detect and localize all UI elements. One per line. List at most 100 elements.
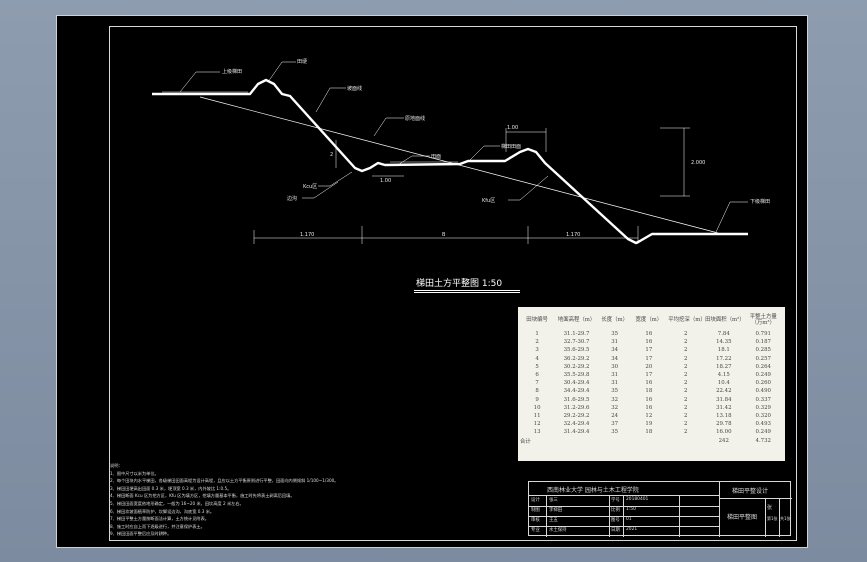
table-header-cell: 地面高程（m） [557, 317, 596, 323]
table-cell: 12 [645, 412, 653, 419]
table-cell: 0.285 [755, 347, 771, 354]
title-block-cell: 学号 [611, 498, 620, 503]
table-header-cell: 田块编号 [526, 317, 548, 323]
table-cell: 16 [645, 339, 653, 346]
table-cell: 2 [683, 339, 688, 346]
table-cell: 31 [611, 339, 619, 346]
table-cell: 30.2-29.2 [563, 363, 590, 370]
table-header-cell: 田块面积（m²） [705, 317, 745, 323]
note-line: 8、施工时应自上而下逐级进行，并注意保护表土。 [110, 523, 205, 529]
table-cell: 2 [683, 380, 688, 387]
table-row: 12 32.4-29.4 37 19 2 29.78 0.493 [520, 420, 783, 428]
table-cell: 0.257 [755, 355, 771, 362]
dim-text-mid: B [442, 232, 446, 238]
table-cell: 30 [611, 363, 619, 370]
table-cell: 6 [535, 372, 539, 379]
table-row: 13 31.4-29.4 35 18 2 16.00 0.249 [520, 428, 783, 436]
label-ridge: 田埂 [297, 58, 307, 65]
leader-slope [315, 87, 346, 113]
table-cell: 3 [535, 347, 539, 354]
label-slope-line: 坡面线 [347, 85, 362, 92]
table-cell: 7.84 [717, 331, 730, 338]
leader-ridge [267, 61, 296, 83]
leader-upper-field [179, 71, 220, 93]
note-line: 4、梯田断面 Kcu 区为挖方区，Kfu 区为填方区，挖填方量基本平衡，施工时先… [110, 493, 295, 499]
table-cell: 34 [611, 347, 619, 354]
table-row: 5 30.2-29.2 30 20 2 18.27 0.264 [520, 363, 783, 371]
title-block-cell: 01 [626, 517, 632, 522]
note-line: 5、梯田田面宽度依地形确定，一般为 16~20 米，田坎高度 2 米左右。 [110, 500, 244, 506]
table-cell: 0.249 [755, 429, 771, 436]
table-row: 9 31.6-29.5 32 16 2 31.84 0.337 [520, 396, 783, 404]
table-cell: 31 [611, 380, 619, 387]
table-cell: 7 [535, 380, 539, 387]
label-upper-field: 上级梯田 [222, 68, 242, 75]
table-cell: 16 [645, 404, 653, 411]
table-cell [667, 436, 704, 444]
title-block-cell: 制图 [531, 508, 540, 513]
table-cell: 0.490 [755, 388, 771, 395]
table-cell: 0.791 [755, 331, 771, 338]
title-block-cell: 1:50 [626, 507, 636, 512]
table-cell: 1 [535, 331, 539, 338]
table-cell: 18 [645, 429, 653, 436]
title-block-cell: 20180401 [626, 497, 649, 502]
table-row: 2 32.7-30.7 31 16 2 14.35 0.187 [520, 338, 783, 346]
table-row: 1 31.1-29.7 35 16 2 7.84 0.791 [520, 330, 783, 338]
table-cell: 34.4-29.4 [563, 388, 590, 395]
label-terrace-surface: 梯田田面 [501, 143, 521, 150]
table-cell: 12 [533, 421, 541, 428]
label-cut-zone: Kcu区 [303, 184, 317, 190]
table-header-cell: 平均挖深（m） [668, 317, 706, 323]
title-block-cell: 2021 [626, 527, 638, 532]
drawing-title: 梯田土方平整图 1:50 [416, 279, 503, 289]
dim-text-right: 1.170 [566, 232, 580, 238]
table-header-cell: 平整土方量（万m³） [749, 314, 777, 326]
table-row: 3 35.6-29.5 34 17 2 18.1 0.285 [520, 346, 783, 354]
dim-text-height: 2.000 [691, 160, 705, 166]
title-block: 西南林业大学 园林与土木工程学院 梯田平整设计 梯田平整图 张 第1张 共1张 … [528, 481, 792, 537]
table-cell: 0.264 [755, 363, 771, 370]
school-name: 西南林业大学 园林与土木工程学院 [547, 487, 639, 494]
table-cell: 8 [535, 388, 539, 395]
table-cell: 35.5-29.8 [563, 372, 590, 379]
table-cell: 11 [533, 412, 541, 419]
table-cell: 10.4 [717, 380, 730, 387]
table-cell: 13 [533, 429, 541, 436]
table-cell: 17.22 [716, 355, 732, 362]
title-block-cell: 日期 [611, 528, 620, 533]
table-cell: 18 [645, 388, 653, 395]
table-cell: 16 [645, 331, 653, 338]
title-block-cell: 比例 [611, 508, 620, 513]
table-cell: 32 [611, 396, 619, 403]
table-body: 1 31.1-29.7 35 16 2 7.84 0.791 2 32.7-30.7 31 16 2 1… [520, 330, 783, 445]
table-row: 11 29.2-29.2 24 12 2 13.18 0.320 [520, 412, 783, 420]
note-line: 2、每个田块内水平梯田，各级梯田田面高程为设计高程，且应以土方平衡原则进行平整，… [110, 478, 339, 484]
table-cell: 9 [535, 396, 539, 403]
table-cell: 14.35 [716, 339, 732, 346]
table-cell: 0.187 [755, 339, 771, 346]
leader-field [469, 145, 500, 161]
table-cell: 34 [611, 355, 619, 362]
table-cell: 17 [645, 347, 653, 354]
table-cell: 0.493 [755, 421, 771, 428]
table-cell: 5 [535, 363, 539, 370]
table-cell: 2 [683, 404, 688, 411]
notes-lines: 1、图中尺寸以米为单位。 2、每个田块内水平梯田，各级梯田田面高程为设计高程，且应… [110, 470, 510, 538]
table-cell: 17 [645, 355, 653, 362]
table-cell: 16 [645, 396, 653, 403]
title-underline [414, 290, 520, 291]
table-header-row: 田块编号 地面高程（m） 长度（m） 宽度（m） 平均挖深（m） 田块面积（m²） 平整土方… [520, 310, 783, 330]
table-cell: 2 [683, 412, 688, 419]
table-cell: 18.1 [717, 347, 730, 354]
title-block-cell: 图号 [611, 518, 620, 523]
table-cell: 4.15 [717, 372, 730, 379]
dim-text-small: 1.00 [380, 178, 391, 184]
leader-lower-field [715, 201, 748, 233]
table-cell: 37 [611, 421, 619, 428]
table-cell: 32.4-29.4 [563, 421, 590, 428]
table-cell: 31 [611, 372, 619, 379]
table-row: 4 36.2-29.2 34 17 2 17.22 0.257 [520, 355, 783, 363]
table-header-cell: 长度（m） [601, 317, 628, 323]
title-block-cell: 李梯田 [549, 508, 563, 513]
